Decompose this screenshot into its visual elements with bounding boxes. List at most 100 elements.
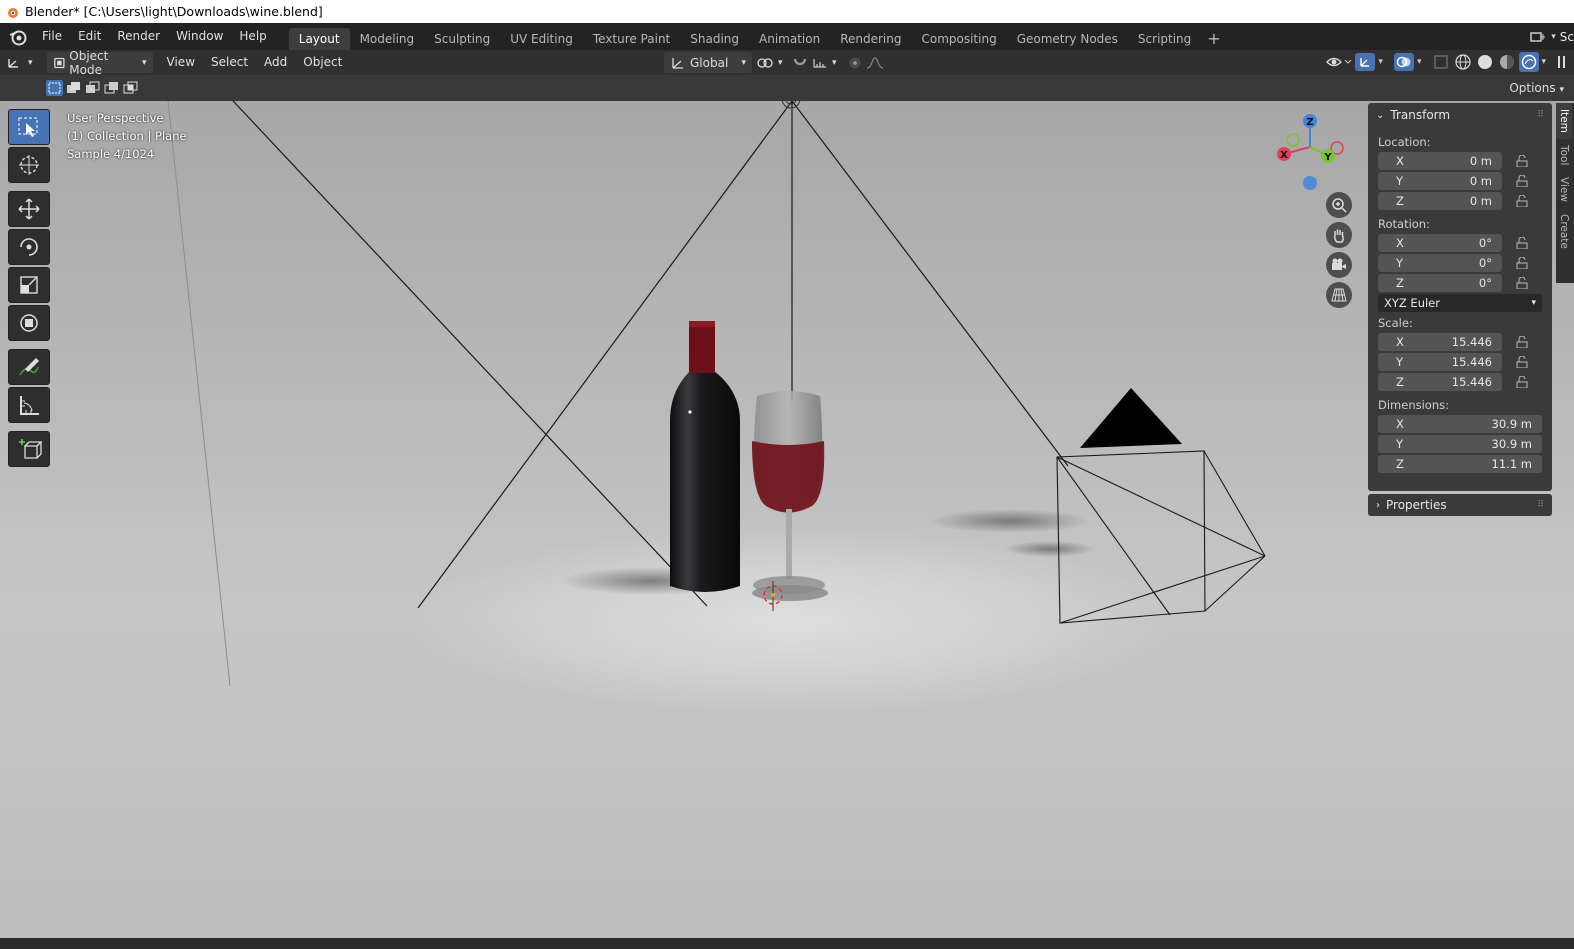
lock-icon[interactable] [1516, 335, 1528, 348]
tab-uv-editing[interactable]: UV Editing [500, 28, 583, 50]
move-tool[interactable] [8, 191, 50, 227]
tab-create[interactable]: Create [1556, 208, 1572, 255]
drag-handle-icon[interactable]: ⠿ [1537, 500, 1544, 510]
wireframe-shading-icon[interactable] [1453, 52, 1473, 72]
navigation-gizmo[interactable]: Z X Y [1272, 109, 1352, 199]
select-box-tool[interactable] [8, 109, 50, 145]
zoom-button[interactable] [1326, 192, 1352, 218]
menu-window[interactable]: Window [168, 23, 231, 50]
menu-view[interactable]: View [159, 49, 203, 76]
measure-tool[interactable] [8, 387, 50, 423]
tab-shading[interactable]: Shading [680, 28, 749, 50]
lock-icon[interactable] [1516, 375, 1528, 388]
chevron-down-icon: ▾ [1551, 31, 1556, 42]
add-cube-tool[interactable] [8, 431, 50, 467]
tab-compositing[interactable]: Compositing [911, 28, 1006, 50]
location-y-field[interactable]: Y 0 m [1378, 171, 1502, 190]
menu-add[interactable]: Add [256, 49, 295, 76]
tab-item[interactable]: Item [1556, 103, 1572, 139]
wine-bottle-object[interactable] [670, 321, 740, 592]
perspective-toggle-button[interactable] [1326, 282, 1352, 308]
dimensions-y-field[interactable]: Y 30.9 m [1378, 434, 1542, 453]
lock-icon[interactable] [1516, 174, 1528, 187]
annotate-tool[interactable] [8, 349, 50, 385]
tab-modeling[interactable]: Modeling [350, 28, 425, 50]
camera-view-button[interactable] [1326, 252, 1352, 278]
tab-sculpting[interactable]: Sculpting [424, 28, 500, 50]
scene-selector[interactable]: ▾ Sc [1523, 23, 1574, 50]
snap-button[interactable]: ▾ [786, 52, 843, 73]
rotate-tool[interactable] [8, 229, 50, 265]
chevron-down-icon[interactable]: ▾ [1541, 57, 1546, 67]
menu-render[interactable]: Render [109, 23, 168, 50]
scale-tool[interactable] [8, 267, 50, 303]
dimensions-x-field[interactable]: X 30.9 m [1378, 414, 1542, 433]
scale-x-field[interactable]: X 15.446 [1378, 332, 1502, 351]
transform-panel-header[interactable]: ⌄ Transform ⠿ [1368, 103, 1552, 127]
chevron-down-icon[interactable]: ▾ [1417, 57, 1422, 67]
wine-glass-object[interactable] [752, 391, 825, 594]
pan-button[interactable] [1326, 222, 1352, 248]
select-invert-icon[interactable] [103, 80, 120, 96]
menu-object[interactable]: Object [295, 49, 350, 76]
options-dropdown[interactable]: Options ▾ [1505, 78, 1568, 98]
lock-icon[interactable] [1516, 194, 1528, 207]
orientation-dropdown[interactable]: Global ▾ [664, 52, 752, 73]
camera-object[interactable] [1056, 450, 1266, 624]
rotation-mode-dropdown[interactable]: XYZ Euler ▾ [1378, 294, 1542, 312]
dimensions-z-field[interactable]: Z 11.1 m [1378, 454, 1542, 473]
select-new-icon[interactable] [46, 80, 63, 96]
falloff-curve-icon [866, 56, 884, 69]
tab-layout[interactable]: Layout [288, 28, 350, 50]
transform-tool[interactable] [8, 305, 50, 341]
tab-texture-paint[interactable]: Texture Paint [583, 28, 680, 50]
tab-view[interactable]: View [1556, 171, 1572, 208]
overlays-icon[interactable] [1393, 52, 1415, 72]
select-intersect-icon[interactable] [122, 80, 139, 96]
visibility-icon[interactable] [1324, 52, 1352, 72]
window-titlebar: Blender* [C:\Users\light\Downloads\wine.… [0, 0, 1574, 23]
solid-shading-icon[interactable] [1475, 52, 1495, 72]
tab-tool[interactable]: Tool [1556, 139, 1572, 171]
proportional-edit-button[interactable] [842, 52, 890, 73]
rotation-x-field[interactable]: X 0° [1378, 233, 1502, 252]
blender-logo-icon[interactable] [8, 27, 28, 47]
drag-handle-icon[interactable]: ⠿ [1537, 110, 1544, 120]
cursor-tool[interactable] [8, 147, 50, 183]
material-shading-icon[interactable] [1497, 52, 1517, 72]
tab-scripting[interactable]: Scripting [1128, 28, 1201, 50]
select-extend-icon[interactable] [65, 80, 82, 96]
lock-icon[interactable] [1516, 276, 1528, 289]
scale-z-field[interactable]: Z 15.446 [1378, 372, 1502, 391]
rotation-z-field[interactable]: Z 0° [1378, 273, 1502, 292]
xray-icon[interactable] [1431, 52, 1451, 72]
transform-icon [20, 314, 38, 332]
menu-select[interactable]: Select [203, 49, 256, 76]
location-z-field[interactable]: Z 0 m [1378, 191, 1502, 210]
tab-geometry-nodes[interactable]: Geometry Nodes [1007, 28, 1128, 50]
menu-file[interactable]: File [34, 23, 70, 50]
gizmo-toggle-icon[interactable] [1354, 52, 1376, 72]
tab-animation[interactable]: Animation [749, 28, 830, 50]
properties-panel-header[interactable]: › Properties ⠿ [1368, 494, 1552, 516]
menu-edit[interactable]: Edit [70, 23, 109, 50]
rendered-shading-icon[interactable] [1519, 52, 1540, 72]
lock-icon[interactable] [1516, 256, 1528, 269]
add-workspace-button[interactable]: + [1201, 28, 1226, 50]
sidebar-toggle-icon[interactable] [1556, 52, 1568, 72]
lock-icon[interactable] [1516, 236, 1528, 249]
select-subtract-icon[interactable] [84, 80, 101, 96]
editor-type-button[interactable]: ▾ [0, 52, 39, 73]
3d-viewport[interactable]: User Perspective (1) Collection | Plane … [0, 101, 1574, 938]
menu-help[interactable]: Help [231, 23, 274, 50]
chevron-down-icon[interactable]: ▾ [1378, 57, 1383, 67]
rotation-y-field[interactable]: Y 0° [1378, 253, 1502, 272]
camera-guide-line [167, 101, 231, 687]
lock-icon[interactable] [1516, 355, 1528, 368]
lock-icon[interactable] [1516, 154, 1528, 167]
scale-y-field[interactable]: Y 15.446 [1378, 352, 1502, 371]
tab-rendering[interactable]: Rendering [830, 28, 911, 50]
pivot-point-button[interactable]: ▾ [750, 52, 789, 73]
mode-dropdown[interactable]: Object Mode ▾ [46, 49, 153, 77]
location-x-field[interactable]: X 0 m [1378, 151, 1502, 170]
